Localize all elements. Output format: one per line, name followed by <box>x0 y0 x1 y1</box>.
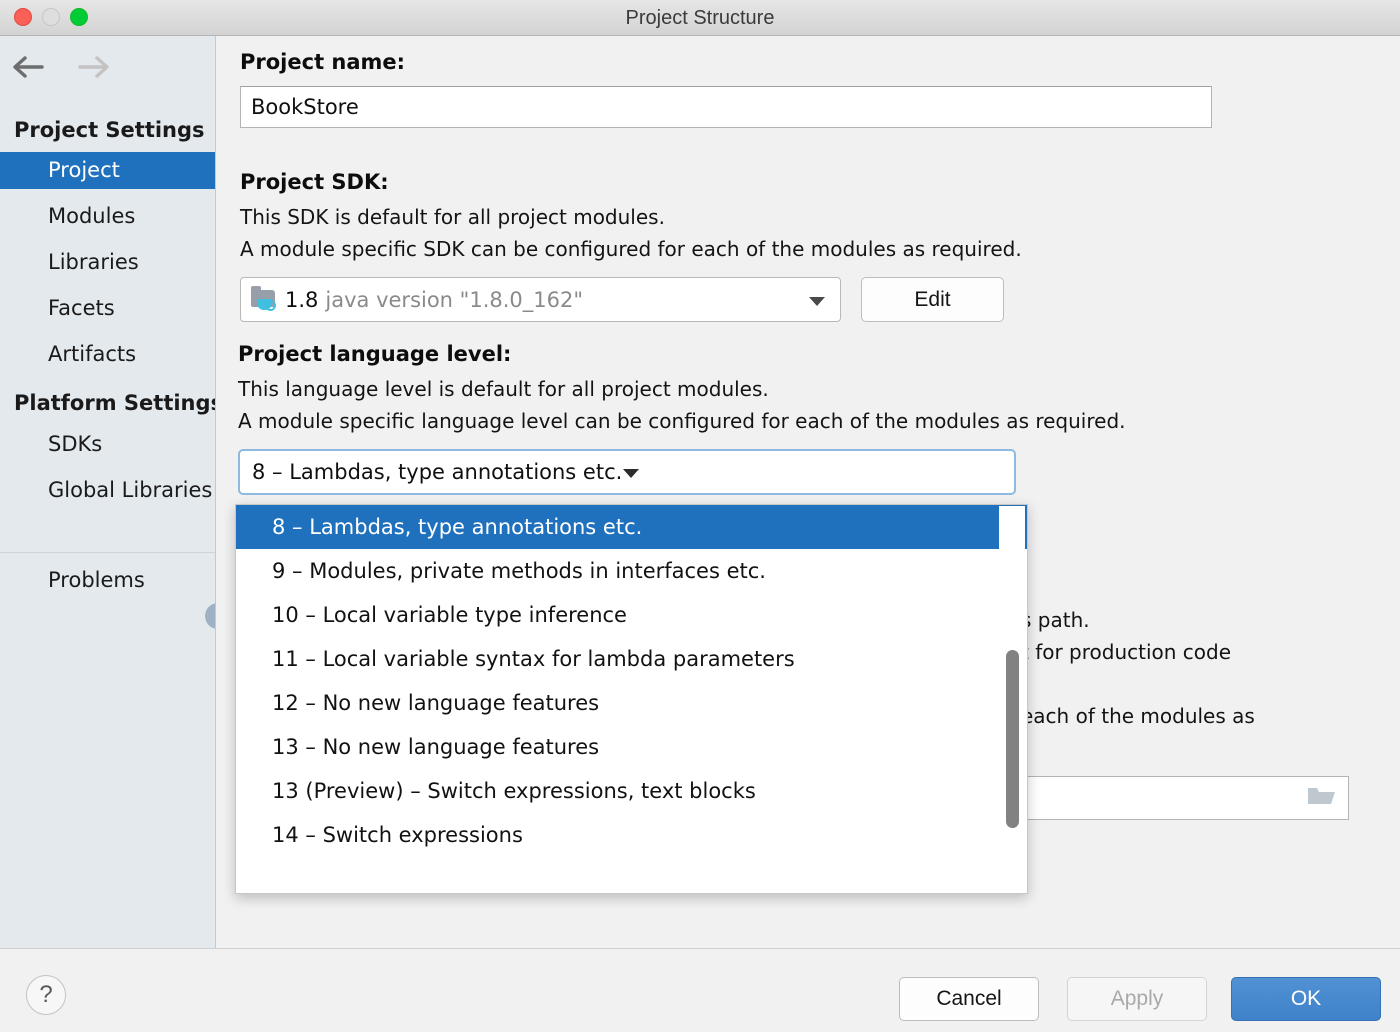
project-sdk-detail: java version "1.8.0_162" <box>325 288 583 312</box>
project-sdk-label: Project SDK: <box>240 170 389 194</box>
sidebar-item-libraries[interactable]: Libraries <box>0 244 216 281</box>
sidebar-divider <box>0 552 216 553</box>
apply-button: Apply <box>1067 977 1207 1021</box>
sidebar-item-sdks[interactable]: SDKs <box>0 426 216 463</box>
navigation-arrows <box>10 50 112 84</box>
main-content: Project name: BookStore Project SDK: Thi… <box>217 36 1400 948</box>
dropdown-option-13[interactable]: 13 – No new language features <box>236 725 1027 769</box>
language-level-desc-line1: This language level is default for all p… <box>238 377 769 401</box>
help-button[interactable]: ? <box>26 975 66 1015</box>
dropdown-option-9[interactable]: 9 – Modules, private methods in interfac… <box>236 549 1027 593</box>
project-name-input[interactable]: BookStore <box>240 86 1212 128</box>
ok-button[interactable]: OK <box>1231 977 1381 1021</box>
dropdown-option-11[interactable]: 11 – Local variable syntax for lambda pa… <box>236 637 1027 681</box>
project-name-value: BookStore <box>251 95 359 119</box>
project-sdk-version: 1.8 <box>285 288 318 312</box>
edit-sdk-button[interactable]: Edit <box>861 277 1004 322</box>
sidebar-item-facets[interactable]: Facets <box>0 290 216 327</box>
project-name-label: Project name: <box>240 50 405 74</box>
dropdown-option-12[interactable]: 12 – No new language features <box>236 681 1027 725</box>
sidebar-item-project[interactable]: Project <box>0 152 216 189</box>
sidebar-item-global-libraries[interactable]: Global Libraries <box>0 472 216 509</box>
problems-count-badge <box>205 603 216 629</box>
compiler-output-tail-production: t for production code <box>1021 640 1231 664</box>
language-level-desc-line2: A module specific language level can be … <box>238 409 1126 433</box>
sidebar-section-project-settings: Project Settings <box>14 118 205 142</box>
arrow-right-icon <box>72 50 112 84</box>
dropdown-scrollbar[interactable] <box>999 506 1025 892</box>
sidebar-item-modules[interactable]: Modules <box>0 198 216 235</box>
chevron-down-icon-language-level[interactable] <box>622 460 640 484</box>
compiler-output-path-input[interactable] <box>1007 776 1349 820</box>
chevron-down-icon[interactable] <box>808 288 826 312</box>
arrow-left-icon[interactable] <box>10 50 50 84</box>
project-sdk-combo[interactable]: 1.8 java version "1.8.0_162" <box>240 277 841 322</box>
sidebar-item-problems[interactable]: Problems <box>0 562 216 599</box>
open-folder-icon[interactable] <box>1306 784 1336 812</box>
language-level-selected-value: 8 – Lambdas, type annotations etc. <box>252 460 622 484</box>
dropdown-option-13-preview[interactable]: 13 (Preview) – Switch expressions, text … <box>236 769 1027 813</box>
compiler-output-tail-path: s path. <box>1021 608 1090 632</box>
dropdown-scrollbar-thumb[interactable] <box>1006 650 1019 828</box>
sidebar-section-platform-settings: Platform Settings <box>14 391 216 415</box>
language-level-dropdown[interactable]: 8 – Lambdas, type annotations etc. 9 – M… <box>235 504 1028 894</box>
project-structure-dialog: Project Structure Project Settings Proje… <box>0 0 1400 1032</box>
language-level-label: Project language level: <box>238 342 511 366</box>
dropdown-option-8[interactable]: 8 – Lambdas, type annotations etc. <box>236 505 1027 549</box>
project-sdk-desc-line2: A module specific SDK can be configured … <box>240 237 1022 261</box>
language-level-combo[interactable]: 8 – Lambdas, type annotations etc. <box>238 449 1016 495</box>
sidebar-item-artifacts[interactable]: Artifacts <box>0 336 216 373</box>
window-title: Project Structure <box>0 0 1400 36</box>
project-sdk-desc-line1: This SDK is default for all project modu… <box>240 205 665 229</box>
dropdown-option-14[interactable]: 14 – Switch expressions <box>236 813 1027 857</box>
sidebar: Project Settings Project Modules Librari… <box>0 36 216 948</box>
dropdown-option-10[interactable]: 10 – Local variable type inference <box>236 593 1027 637</box>
cancel-button[interactable]: Cancel <box>899 977 1039 1021</box>
title-bar: Project Structure <box>0 0 1400 36</box>
compiler-output-tail-modules: each of the modules as <box>1021 704 1255 728</box>
java-sdk-folder-icon <box>251 288 277 312</box>
